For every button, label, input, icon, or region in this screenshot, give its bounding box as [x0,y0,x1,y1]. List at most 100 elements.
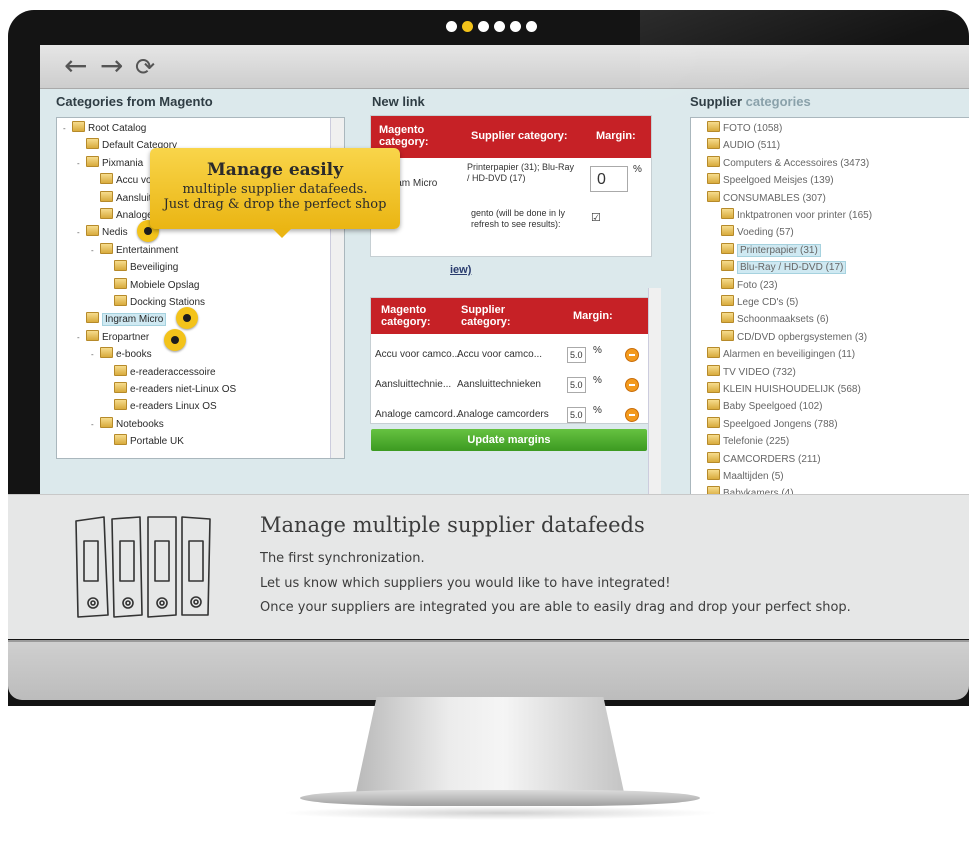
tree-node-label: Portable UK [130,436,184,448]
drag-marker[interactable] [176,307,198,329]
tree-node[interactable]: e-readers niet-Linux OS [105,382,236,396]
carousel-dot[interactable] [478,21,489,32]
new-link-table-header: Magento category: Supplier category: Mar… [371,116,651,158]
margin-input[interactable]: 0 [590,166,628,192]
folder-icon [721,225,734,237]
column-header: Magento category: [381,304,431,328]
refresh-icon[interactable]: ⟳ [135,51,155,83]
tree-node[interactable]: Speelgoed Meisjes (139) [707,173,834,187]
tree-node[interactable]: Computers & Accessoires (3473) [707,155,870,170]
info-line: Let us know which suppliers you would li… [260,576,671,591]
tree-expander-icon[interactable]: - [77,226,86,240]
tree-node[interactable]: KLEIN HUISHOUDELIJK (568) [707,382,861,396]
remove-icon[interactable] [625,348,639,362]
tree-node[interactable]: Speelgoed Jongens (788) [707,416,838,431]
carousel-dot[interactable] [526,21,537,32]
apply-note: gento (will be done in ly refresh to see… [471,208,566,229]
new-link-table: Magento category: Supplier category: Mar… [370,115,652,257]
tree-expander-icon[interactable]: - [91,348,100,362]
tree-node-label: Eropartner [102,331,150,343]
back-arrow-icon[interactable]: ← [64,50,87,82]
middle-scrollbar[interactable] [648,288,661,495]
tree-expander-icon[interactable]: - [91,418,100,432]
magento-cell: Accu voor camco... [375,349,461,360]
margin-input[interactable]: 5.0 [567,407,586,423]
remove-icon[interactable] [625,408,639,422]
tree-node[interactable]: TV VIDEO (732) [707,364,796,379]
tree-node[interactable]: e-readers Linux OS [105,399,217,413]
callout-line: multiple supplier datafeeds. [182,182,368,197]
base-shadow [280,806,720,820]
folder-icon [721,242,734,254]
tree-node[interactable]: Foto (23) [721,277,778,292]
tree-node[interactable]: e-readeraccessoire [105,364,216,379]
tree-node[interactable]: - Pixmania [77,155,143,171]
tree-node[interactable]: FOTO (1058) [707,121,782,135]
tree-expander-icon[interactable]: - [91,244,100,258]
tree-node[interactable]: - Root Catalog [63,121,146,135]
tree-node-label: FOTO (1058) [723,123,783,134]
folder-icon [100,190,113,202]
update-margins-button[interactable]: Update margins [371,429,647,451]
tree-expander-icon[interactable]: - [77,157,86,171]
carousel-dot-active[interactable] [462,21,473,32]
folder-icon [72,121,85,132]
tree-expander-icon[interactable]: - [77,331,86,345]
tree-node[interactable]: - e-books [91,347,152,361]
tree-node[interactable]: Maaltijden (5) [707,469,784,483]
folder-icon [721,312,734,324]
tree-node[interactable]: Voeding (57) [721,225,794,239]
carousel-dot[interactable] [494,21,505,32]
tree-node[interactable]: Printerpapier (31) [721,242,821,257]
tree-expander-icon[interactable]: - [63,122,72,136]
tree-node[interactable]: Baby Speelgoed (102) [707,399,823,413]
tree-node[interactable]: Beveiliging [105,260,178,274]
apply-checkbox[interactable]: ☑ [591,211,601,224]
folder-icon [86,312,99,324]
margin-input[interactable]: 5.0 [567,377,586,393]
margin-input[interactable]: 5.0 [567,347,586,363]
forward-arrow-icon[interactable]: → [100,50,123,82]
folder-icon [707,173,720,185]
right-panel-title-light: categories [745,94,811,109]
tree-node[interactable]: CONSUMABLES (307) [707,190,826,205]
tree-node[interactable]: Ingram Micro [77,312,167,327]
folder-icon [114,277,127,289]
tree-node-label: Computers & Accessoires (3473) [723,157,870,169]
tree-node[interactable]: Inktpatronen voor printer (165) [721,208,872,222]
tree-node[interactable]: Portable UK [105,434,184,448]
tree-node[interactable]: Alarmen en beveiligingen (11) [707,347,855,361]
tree-node[interactable]: - Eropartner [77,329,150,345]
tree-node-label: Speelgoed Jongens (788) [723,418,838,430]
tree-node[interactable]: Telefonie (225) [707,434,789,448]
carousel-dot[interactable] [510,21,521,32]
tree-node[interactable]: Mobiele Opslag [105,277,199,292]
drag-marker[interactable] [164,329,186,351]
middle-panel-title: New link [372,94,425,109]
tree-node[interactable]: - Nedis [77,225,128,239]
tree-node[interactable]: Lege CD's (5) [721,295,798,309]
manage-easily-callout: Manage easily multiple supplier datafeed… [150,148,400,229]
tree-node[interactable]: CAMCORDERS (211) [707,451,821,466]
tree-node-label: Notebooks [116,418,164,430]
tree-node[interactable]: AUDIO (511) [707,138,780,152]
supplier-category-tree[interactable]: FOTO (1058) AUDIO (511) Computers & Access… [690,117,969,495]
tree-node[interactable]: - Entertainment [91,242,178,258]
right-panel-title-strong: Supplier [690,94,743,109]
carousel-dot[interactable] [446,21,457,32]
feature-info-band: Manage multiple supplier datafeeds The f… [8,494,969,639]
tree-node[interactable]: - Notebooks [91,416,164,432]
folder-icon [86,155,99,167]
info-line: Once your suppliers are integrated you a… [260,600,851,615]
callout-pointer [272,228,292,238]
folder-icon [707,138,720,150]
folder-icon [100,347,113,359]
tree-node[interactable]: Blu-Ray / HD-DVD (17) [721,260,847,275]
remove-icon[interactable] [625,378,639,392]
tree-node[interactable]: Schoonmaaksets (6) [721,312,829,326]
overview-link[interactable]: iew) [450,264,471,276]
percent-label: % [593,405,602,416]
tree-node[interactable]: CD/DVD opbergsystemen (3) [721,329,867,344]
tree-node-label: Voeding (57) [737,227,794,239]
monitor-screen: ← → ⟳ Categories from Magento - Root Cata… [40,45,969,495]
